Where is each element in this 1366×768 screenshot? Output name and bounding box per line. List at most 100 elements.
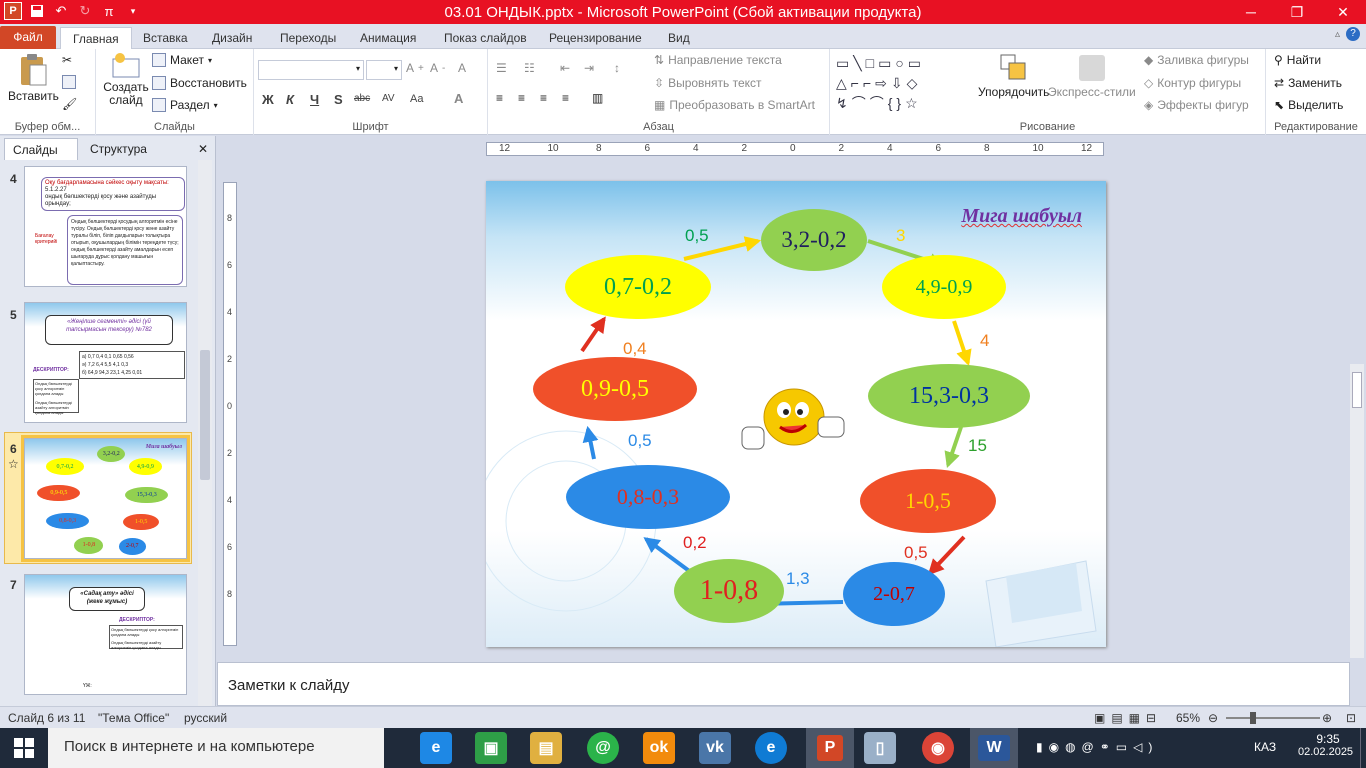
vk-icon[interactable]: vk	[699, 732, 731, 764]
clear-format-icon[interactable]: A	[458, 61, 466, 75]
edge-icon[interactable]: e	[755, 732, 787, 764]
line-spacing-icon[interactable]: ↕	[614, 61, 620, 75]
slide-canvas[interactable]: Мига шабуыл 3,2-0,2 4,9-0,9 15,3-0,3 1-0,5 2…	[486, 181, 1106, 647]
expression-ellipse[interactable]: 0,8-0,3	[566, 465, 730, 529]
expression-ellipse[interactable]: 1-0,8	[674, 559, 784, 623]
align-center-icon[interactable]: ≡	[518, 91, 525, 105]
slide-thumb-5[interactable]: «Жеңілше сегменті» әдісі (үй тапсырмасын…	[24, 302, 187, 423]
chrome-icon[interactable]: ◉	[922, 732, 954, 764]
word-taskbar-button[interactable]: W	[970, 728, 1018, 768]
flow-arrow[interactable]	[952, 320, 972, 367]
equation-button[interactable]: π	[100, 2, 118, 20]
tab-review[interactable]: Рецензирование	[549, 27, 642, 49]
notes-pane[interactable]: Заметки к слайду	[217, 662, 1350, 706]
zoom-level[interactable]: 65%	[1176, 711, 1200, 725]
answer-label[interactable]: 0,5	[904, 543, 928, 563]
flow-arrow[interactable]	[944, 426, 963, 469]
language-indicator[interactable]: русский	[184, 711, 227, 725]
shrink-font-icon[interactable]: A-	[430, 61, 445, 75]
underline-button[interactable]: Ч	[310, 92, 319, 107]
zoom-slider-thumb[interactable]	[1250, 712, 1256, 724]
help-icon[interactable]: ?	[1346, 27, 1360, 41]
powerpoint-app-icon[interactable]: P	[4, 2, 22, 20]
panel-scroll-thumb[interactable]	[200, 350, 210, 480]
zoom-out-icon[interactable]: ⊖	[1208, 711, 1218, 725]
qat-dropdown-icon[interactable]: ▾	[124, 2, 142, 20]
save-icon[interactable]	[28, 2, 46, 20]
tab-file[interactable]: Файл	[0, 26, 56, 49]
flow-arrow[interactable]	[580, 316, 606, 353]
grow-font-icon[interactable]: A +	[406, 61, 424, 75]
reset-button[interactable]: Восстановить	[152, 76, 247, 90]
italic-button[interactable]: К	[286, 92, 294, 107]
justify-icon[interactable]: ≡	[562, 91, 569, 105]
format-painter-icon[interactable]: 🖌	[62, 97, 77, 111]
decrease-indent-icon[interactable]: ⇤	[560, 61, 570, 75]
section-button[interactable]: Раздел ▾	[152, 98, 218, 112]
tab-view[interactable]: Вид	[668, 27, 690, 49]
char-spacing-button[interactable]: AV	[382, 93, 395, 104]
answer-label[interactable]: 0,2	[683, 533, 707, 553]
undo-icon[interactable]: ↶	[52, 2, 70, 20]
align-right-icon[interactable]: ≡	[540, 91, 547, 105]
tab-slideshow[interactable]: Показ слайдов	[444, 27, 527, 49]
arrange-button[interactable]: Упорядочить	[978, 53, 1049, 99]
answer-label[interactable]: 4	[980, 331, 989, 351]
system-tray-icons[interactable]: ▮◉◍@⚭▭◁)	[1036, 740, 1158, 754]
document-icon[interactable]: ▯	[864, 732, 896, 764]
shape-outline-button[interactable]: ◇ Контур фигуры	[1144, 76, 1241, 90]
align-left-icon[interactable]: ≡	[496, 91, 503, 105]
shadow-button[interactable]: S	[334, 92, 343, 107]
change-case-button[interactable]: Aa	[410, 93, 423, 105]
input-language[interactable]: КАЗ	[1254, 740, 1276, 754]
close-panel-icon[interactable]: ✕	[198, 142, 208, 156]
expression-ellipse[interactable]: 15,3-0,3	[868, 364, 1030, 428]
restore-button[interactable]: ❐	[1274, 0, 1320, 24]
replace-button[interactable]: ⇄ Заменить	[1274, 76, 1342, 90]
expression-ellipse[interactable]: 0,9-0,5	[533, 357, 697, 421]
answer-label[interactable]: 1,3	[786, 569, 810, 589]
tab-slides-panel[interactable]: Слайды	[4, 138, 78, 160]
mail-at-icon[interactable]: @	[587, 732, 619, 764]
close-button[interactable]: ✕	[1320, 0, 1366, 24]
tab-transitions[interactable]: Переходы	[280, 27, 336, 49]
expression-ellipse[interactable]: 3,2-0,2	[761, 209, 867, 271]
slide-thumb-7[interactable]: «Садақ ату» әдісі (жеке жұмыс) ДЕСКРИПТО…	[24, 574, 187, 695]
shape-effects-button[interactable]: ◈ Эффекты фигур	[1144, 98, 1249, 112]
fit-slide-icon[interactable]: ⊡	[1346, 711, 1356, 725]
minimize-ribbon-icon[interactable]: ▵	[1335, 29, 1340, 40]
text-direction-button[interactable]: ⇅ Направление текста	[654, 53, 782, 67]
slide-thumb-6[interactable]: Мига шабуыл 3,2-0,2 4,9-0,9 15,3-0,3 1-0,5 2-…	[21, 435, 190, 562]
expression-ellipse[interactable]: 0,7-0,2	[565, 255, 711, 319]
cut-icon[interactable]: ✂	[62, 53, 72, 67]
copy-icon[interactable]	[62, 75, 76, 89]
tab-outline-panel[interactable]: Структура	[82, 138, 162, 160]
theme-name[interactable]: "Тема Office"	[98, 711, 169, 725]
answer-label[interactable]: 15	[968, 436, 987, 456]
view-buttons[interactable]: ▣▤▦⊟	[1094, 711, 1162, 725]
font-name-input[interactable]: ▾	[258, 60, 364, 80]
editor-scrollbar[interactable]	[1350, 364, 1364, 658]
zoom-slider[interactable]	[1226, 712, 1320, 724]
increase-indent-icon[interactable]: ⇥	[584, 61, 594, 75]
powerpoint-taskbar-button[interactable]: P	[806, 728, 854, 768]
store-icon[interactable]: ▣	[475, 732, 507, 764]
align-text-button[interactable]: ⇳ Выровнять текст	[654, 76, 762, 90]
shape-fill-button[interactable]: ◆ Заливка фигуры	[1144, 53, 1249, 67]
answer-label[interactable]: 0,4	[623, 339, 647, 359]
slide-thumb-4[interactable]: Оқу бағдарламасына сәйкес оқыту мақсаты:…	[24, 166, 187, 287]
windows-start-icon[interactable]	[14, 738, 34, 761]
paste-button[interactable]: Вставить	[8, 53, 59, 103]
clock[interactable]: 9:35 02.02.2025	[1298, 732, 1353, 758]
odnoklassniki-icon[interactable]: ok	[643, 732, 675, 764]
quick-styles-button[interactable]: Экспресс-стили	[1048, 53, 1136, 99]
answer-label[interactable]: 0,5	[628, 431, 652, 451]
answer-label[interactable]: 3	[896, 226, 905, 246]
zoom-in-icon[interactable]: ⊕	[1322, 711, 1332, 725]
tab-insert[interactable]: Вставка	[143, 27, 188, 49]
expression-ellipse[interactable]: 4,9-0,9	[882, 255, 1006, 319]
tab-home[interactable]: Главная	[60, 27, 132, 49]
font-size-input[interactable]: ▾	[366, 60, 402, 80]
editor-scroll-thumb[interactable]	[1352, 372, 1362, 408]
strikethrough-button[interactable]: abc	[354, 93, 370, 104]
